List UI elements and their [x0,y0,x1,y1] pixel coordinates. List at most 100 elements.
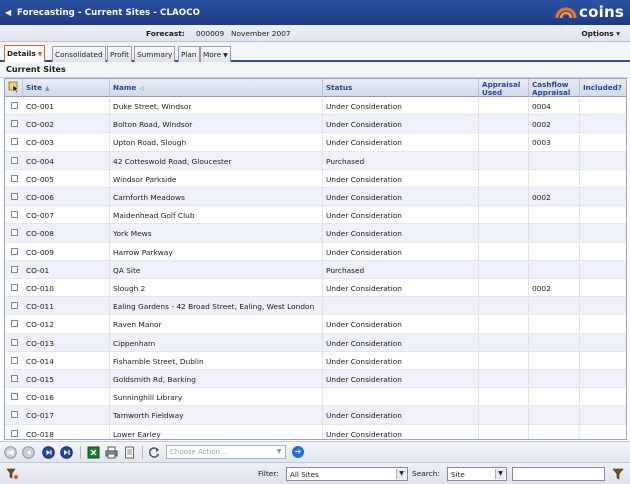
col-header-appraisal-used[interactable]: Appraisal Used [479,79,529,97]
first-page-icon[interactable] [4,446,17,459]
table-row[interactable]: CO-015 Goldsmith Rd, Barking Under Conside… [5,370,626,389]
cell-appraisal-used [479,133,529,152]
chevron-down-icon: ▼ [396,469,406,479]
table-row[interactable]: CO-003 Upton Road, Slough Under Considerat… [5,133,626,152]
filter-select[interactable]: All Sites ▼ [286,467,408,481]
table-header: Site ▲ Name ◁ Status Appraisal Used Cashfl… [5,79,626,97]
choose-action-select[interactable]: Choose Action ... ▼ [166,445,286,459]
cell-status: Under Consideration [323,279,479,297]
filter-funnel-icon[interactable] [612,468,624,480]
go-arrow-icon[interactable]: ➜ [292,446,304,458]
table-row[interactable]: CO-008 York Mews Under Consideration [5,224,626,243]
row-checkbox[interactable] [11,174,18,182]
tab-more[interactable]: More ▼ [200,46,231,62]
row-checkbox[interactable] [11,138,18,146]
row-checkbox[interactable] [11,429,18,437]
table-row[interactable]: CO-004 42 Cotteswold Road, Gloucester Purc… [5,151,626,170]
table-row[interactable]: CO-010 Slough 2 Under Consideration 0002 [5,279,626,298]
col-header-included[interactable]: Included? [580,79,626,97]
cell-name: Slough 2 [110,279,323,297]
table-row[interactable]: CO-001 Duke Street, Windsor Under Consider… [5,97,626,116]
cell-name: Raven Manor [110,315,323,334]
tab-details[interactable]: Details ▼ [4,45,46,62]
cell-cashflow-appraisal [529,242,580,261]
row-checkbox[interactable] [11,265,18,273]
cell-site: CO-005 [23,169,110,188]
cell-site: CO-006 [23,188,110,206]
row-checkbox[interactable] [11,320,18,328]
cell-status [323,297,479,316]
tab-summary[interactable]: Summary [134,46,176,62]
table-row[interactable]: CO-009 Harrow Parkway Under Consideration [5,242,626,261]
forecast-number: 000009 [196,29,225,38]
cell-appraisal-used [479,151,529,170]
print-icon[interactable] [105,446,118,459]
tab-plan[interactable]: Plan [178,46,200,62]
row-checkbox[interactable] [11,229,18,237]
cell-status: Under Consideration [323,333,479,352]
document-icon[interactable] [123,446,136,459]
table-row[interactable]: CO-012 Raven Manor Under Consideration [5,315,626,334]
options-menu[interactable]: Options ▾ [581,29,620,38]
cell-cashflow-appraisal: 0002 [529,115,580,134]
col-header-site[interactable]: Site ▲ [23,79,110,97]
chevron-down-icon: ▼ [276,448,282,455]
cell-appraisal-used [479,169,529,188]
table-row[interactable]: CO-011 Ealing Gardens - 42 Broad Street, … [5,297,626,316]
select-all-header[interactable] [5,79,23,97]
back-arrow-icon[interactable]: ◀ [5,8,17,17]
tab-consolidated[interactable]: Consolidated [52,46,106,62]
table-row[interactable]: CO-007 Maidenhead Golf Club Under Consider… [5,206,626,225]
row-checkbox[interactable] [11,411,18,419]
refresh-icon[interactable] [148,446,161,459]
table-row[interactable]: CO-018 Lower Earley Under Consideration [5,424,626,439]
table-row[interactable]: CO-016 Sunninghill Library [5,388,626,407]
col-status-label: Status [326,83,353,92]
row-checkbox[interactable] [11,193,18,200]
row-checkbox[interactable] [11,302,18,310]
search-input[interactable] [512,467,605,481]
col-header-name[interactable]: Name ◁ [110,79,323,97]
cell-name: Upton Road, Slough [110,133,323,152]
tab-profit[interactable]: Profit [107,46,133,62]
previous-page-icon[interactable] [22,446,35,459]
cell-status: Under Consideration [323,242,479,261]
sites-table: Site ▲ Name ◁ Status Appraisal Used Cashfl… [4,78,627,440]
col-header-cashflow-appraisal[interactable]: Cashflow Appraisal [529,79,580,97]
cell-cashflow-appraisal [529,297,580,316]
last-page-icon[interactable] [60,446,73,459]
row-checkbox[interactable] [11,102,18,109]
row-checkbox[interactable] [11,247,18,255]
table-row[interactable]: CO-01 QA Site Purchased [5,260,626,279]
col-header-status[interactable]: Status [323,79,479,97]
cell-site: CO-007 [23,206,110,225]
table-row[interactable]: CO-014 Fishamble Street, Dublin Under Cons… [5,351,626,370]
cell-appraisal-used [479,315,529,334]
table-row[interactable]: CO-017 Tamworth Fieldway Under Considerati… [5,406,626,425]
table-row[interactable]: CO-005 Windsor Parkside Under Consideratio… [5,169,626,188]
cell-name: Maidenhead Golf Club [110,206,323,225]
cell-status: Under Consideration [323,406,479,425]
row-checkbox[interactable] [11,356,18,364]
chevron-down-icon: ▼ [495,469,505,479]
search-field-select[interactable]: Site ▼ [447,467,507,481]
cell-status: Under Consideration [323,188,479,206]
cell-site: CO-015 [23,370,110,388]
row-checkbox[interactable] [11,338,18,346]
cell-status: Under Consideration [323,97,479,115]
table-row[interactable]: CO-013 Cippenham Under Consideration [5,333,626,352]
cell-appraisal-used [479,115,529,134]
cell-site: CO-013 [23,333,110,352]
row-checkbox[interactable] [11,393,18,401]
row-checkbox[interactable] [11,120,18,128]
row-checkbox[interactable] [11,375,18,382]
cell-included [580,206,626,224]
next-page-icon[interactable] [42,446,55,459]
filter-settings-icon[interactable] [6,468,19,480]
row-checkbox[interactable] [11,284,18,291]
table-row[interactable]: CO-002 Bolton Road, Windsor Under Consider… [5,115,626,134]
excel-export-icon[interactable] [87,446,100,459]
table-row[interactable]: CO-006 Carnforth Meadows Under Considerati… [5,188,626,207]
row-checkbox[interactable] [11,156,18,164]
row-checkbox[interactable] [11,211,18,219]
